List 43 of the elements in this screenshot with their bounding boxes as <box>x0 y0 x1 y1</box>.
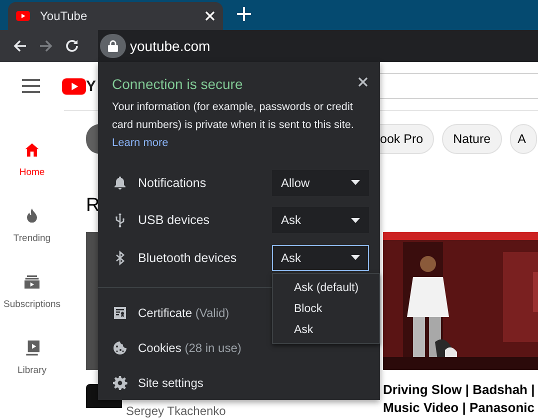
filter-chip[interactable]: A <box>510 124 537 154</box>
address-text[interactable]: youtube.com <box>130 38 210 54</box>
sidebar-item[interactable]: Home <box>0 126 64 192</box>
certificate-icon <box>112 305 128 321</box>
site-info-item[interactable]: Site settings <box>98 366 380 400</box>
permission-select[interactable]: Allow <box>272 170 369 196</box>
youtube-icon <box>62 78 86 94</box>
popup-title: Connection is secure <box>112 76 243 94</box>
caret-icon <box>351 255 360 260</box>
sidebar-item[interactable]: Trending <box>0 192 64 258</box>
site-info-button[interactable] <box>100 34 126 58</box>
permission-label: Notifications <box>138 176 208 190</box>
permission-select[interactable]: Ask <box>272 207 369 234</box>
new-tab-icon[interactable] <box>235 5 253 23</box>
youtube-icon <box>16 11 30 21</box>
close-icon[interactable] <box>205 11 215 21</box>
close-icon <box>358 76 368 86</box>
settings-icon <box>112 375 128 391</box>
filter-chip[interactable]: Nature <box>442 124 502 154</box>
caret-icon <box>351 180 360 186</box>
section-heading: R <box>86 194 100 218</box>
menu-option[interactable]: Block <box>273 298 379 319</box>
logo-text: Y <box>86 78 96 94</box>
permission-label: USB devices <box>138 213 211 228</box>
cookie-icon <box>112 340 128 356</box>
reload-icon[interactable] <box>64 38 80 54</box>
learn-more-link[interactable]: Learn more <box>112 134 168 152</box>
sidebar-item[interactable]: Subscriptions <box>0 258 64 324</box>
video-title[interactable]: Driving Slow | Badshah | <box>383 381 538 399</box>
permission-select[interactable]: Ask <box>272 244 369 271</box>
menu-option[interactable]: Ask (default) <box>273 277 379 298</box>
lock-icon <box>108 40 118 52</box>
security-message: Your information (for example, passwords or credit card numbers) is private when it is sent to this site. <box>112 100 355 133</box>
caret-icon <box>351 218 360 223</box>
menu-icon[interactable] <box>22 79 40 93</box>
menu-option[interactable]: Ask <box>273 319 379 340</box>
bell-icon <box>112 174 128 191</box>
permission-label: Bluetooth devices <box>138 250 238 265</box>
browser-tab[interactable]: YouTube <box>8 2 223 30</box>
sidebar-item[interactable]: Library <box>0 324 64 390</box>
back-icon[interactable] <box>12 38 28 54</box>
channel-name[interactable]: Sergey Tkachenko <box>126 404 226 418</box>
video-title[interactable]: Music Video | Panasonic <box>383 399 538 417</box>
